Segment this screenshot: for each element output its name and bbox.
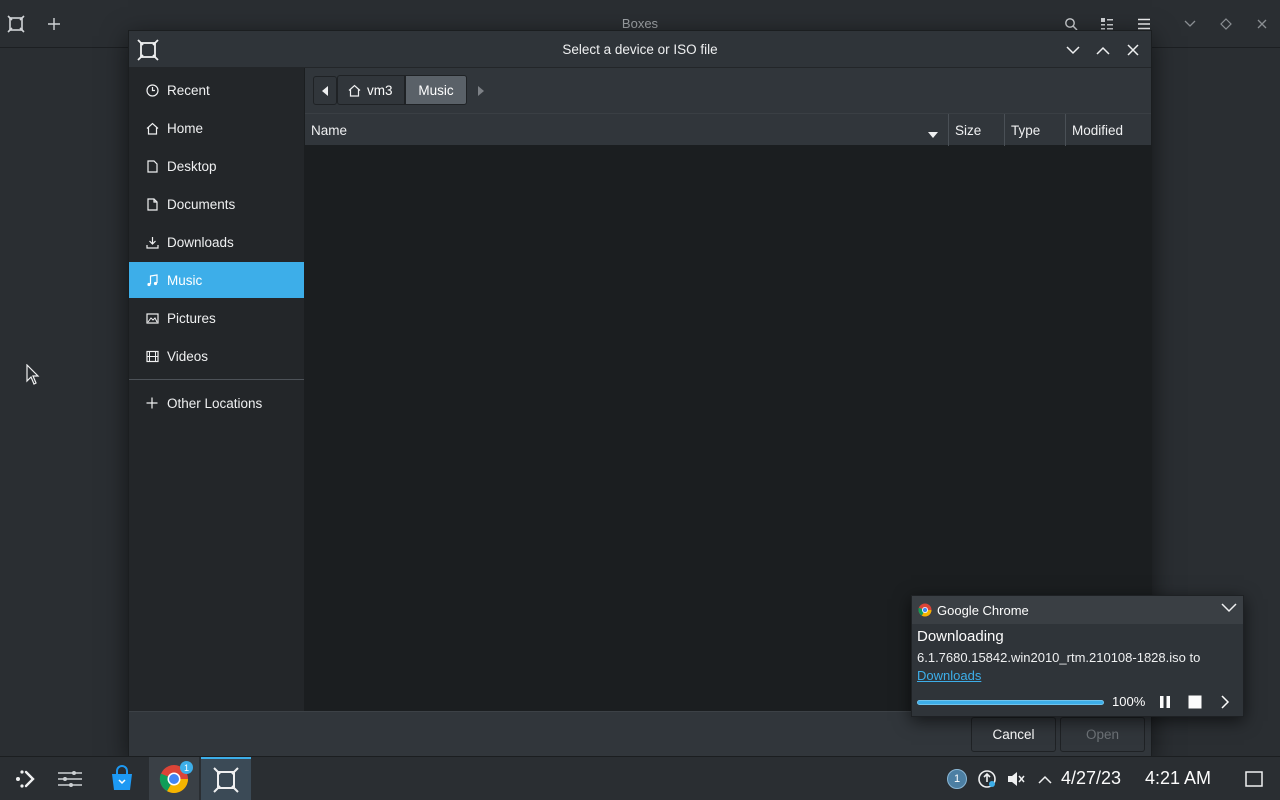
sidebar-item-label: Music: [167, 272, 203, 288]
document-icon: [145, 197, 159, 211]
discover-store-icon[interactable]: [97, 757, 147, 800]
path-segment-home[interactable]: vm3: [337, 75, 405, 105]
date-label[interactable]: 4/27/23: [1061, 768, 1121, 789]
notification-title: Downloading: [917, 628, 1004, 645]
download-progress-bar: [917, 700, 1104, 705]
open-button[interactable]: Open: [1060, 717, 1145, 752]
download-notification: Google Chrome Downloading 6.1.7680.15842…: [911, 595, 1244, 717]
sidebar-item-documents[interactable]: Documents: [129, 186, 304, 222]
film-icon: [145, 349, 159, 363]
minimize-icon[interactable]: [1062, 39, 1084, 61]
plus-icon: [145, 396, 159, 410]
pause-icon[interactable]: [1155, 692, 1175, 712]
path-bar: vm3 Music: [305, 68, 1151, 113]
tray-badge: 1: [947, 769, 967, 789]
maximize-icon[interactable]: [1092, 39, 1114, 61]
column-modified[interactable]: Modified: [1066, 114, 1151, 146]
sidebar-item-pictures[interactable]: Pictures: [129, 300, 304, 336]
path-home-label: vm3: [367, 82, 393, 98]
sidebar-item-videos[interactable]: Videos: [129, 338, 304, 374]
update-icon[interactable]: [975, 767, 999, 791]
sidebar-separator: [129, 379, 304, 380]
notification-app-name: Google Chrome: [937, 602, 1029, 618]
column-name[interactable]: Name: [305, 114, 949, 146]
sidebar-item-other-locations[interactable]: Other Locations: [129, 385, 304, 421]
maximize-icon[interactable]: [1214, 12, 1238, 36]
chrome-icon: [918, 603, 932, 617]
path-segment-current[interactable]: Music: [405, 75, 467, 105]
dialog-title: Select a device or ISO file: [562, 42, 718, 57]
sidebar-item-desktop[interactable]: Desktop: [129, 148, 304, 184]
column-size[interactable]: Size: [949, 114, 1005, 146]
app-launcher-icon[interactable]: [0, 757, 50, 800]
chevron-down-icon[interactable]: [1221, 603, 1237, 613]
home-icon: [145, 121, 159, 135]
sidebar-item-label: Downloads: [167, 234, 234, 250]
chrome-taskbar-icon[interactable]: 1: [149, 757, 199, 800]
path-forward-button[interactable]: [469, 76, 493, 105]
dialog-footer: Cancel Open: [129, 711, 1151, 757]
notification-count-icon[interactable]: 1: [945, 767, 969, 791]
volume-muted-icon[interactable]: [1004, 767, 1028, 791]
chevron-right-icon[interactable]: [1215, 692, 1235, 712]
sidebar-item-label: Home: [167, 120, 204, 136]
sidebar-item-music[interactable]: Music: [129, 262, 304, 298]
cancel-button[interactable]: Cancel: [971, 717, 1056, 752]
notification-filename: 6.1.7680.15842.win2010_rtm.210108-1828.i…: [917, 650, 1201, 665]
settings-sliders-icon[interactable]: [45, 757, 95, 800]
clock-icon: [145, 83, 159, 97]
sort-down-icon: [928, 126, 938, 141]
sidebar-item-recent[interactable]: Recent: [129, 72, 304, 108]
boxes-window-title: Boxes: [621, 16, 659, 31]
notification-header: Google Chrome: [912, 596, 1243, 624]
folder-icon: [145, 159, 159, 173]
minimize-icon[interactable]: [1178, 12, 1202, 36]
home-icon: [348, 84, 361, 97]
downloads-link[interactable]: Downloads: [917, 667, 1237, 685]
taskbar: 1 1 4/27/23 4:21 AM: [0, 756, 1280, 800]
sidebar-item-label: Videos: [167, 348, 209, 364]
sidebar-item-label: Recent: [167, 82, 210, 98]
sidebar-item-label: Pictures: [167, 310, 216, 326]
column-name-label: Name: [311, 122, 348, 138]
dialog-titlebar[interactable]: Select a device or ISO file: [129, 31, 1151, 68]
download-progress-label: 100%: [1112, 694, 1146, 709]
notification-body: 6.1.7680.15842.win2010_rtm.210108-1828.i…: [917, 649, 1237, 685]
boxes-taskbar-icon[interactable]: [201, 757, 251, 800]
path-back-button[interactable]: [313, 76, 337, 105]
mouse-cursor-icon: [26, 363, 40, 386]
image-icon: [145, 311, 159, 325]
close-icon[interactable]: [1122, 39, 1144, 61]
close-icon[interactable]: [1250, 12, 1274, 36]
download-icon: [145, 235, 159, 249]
sidebar-item-downloads[interactable]: Downloads: [129, 224, 304, 260]
column-type[interactable]: Type: [1005, 114, 1066, 146]
show-desktop-icon[interactable]: [1242, 767, 1266, 791]
sidebar-item-home[interactable]: Home: [129, 110, 304, 146]
places-sidebar: Recent Home Desktop Documents Downloads …: [129, 68, 305, 711]
music-icon: [145, 273, 159, 287]
chevron-up-icon[interactable]: [1033, 767, 1057, 791]
time-label[interactable]: 4:21 AM: [1145, 768, 1211, 789]
chrome-badge: 1: [180, 761, 193, 774]
stop-icon[interactable]: [1185, 692, 1205, 712]
column-header: Name Size Type Modified: [305, 114, 1151, 146]
sidebar-item-label: Other Locations: [167, 395, 263, 411]
sidebar-item-label: Documents: [167, 196, 236, 212]
sidebar-item-label: Desktop: [167, 158, 217, 174]
